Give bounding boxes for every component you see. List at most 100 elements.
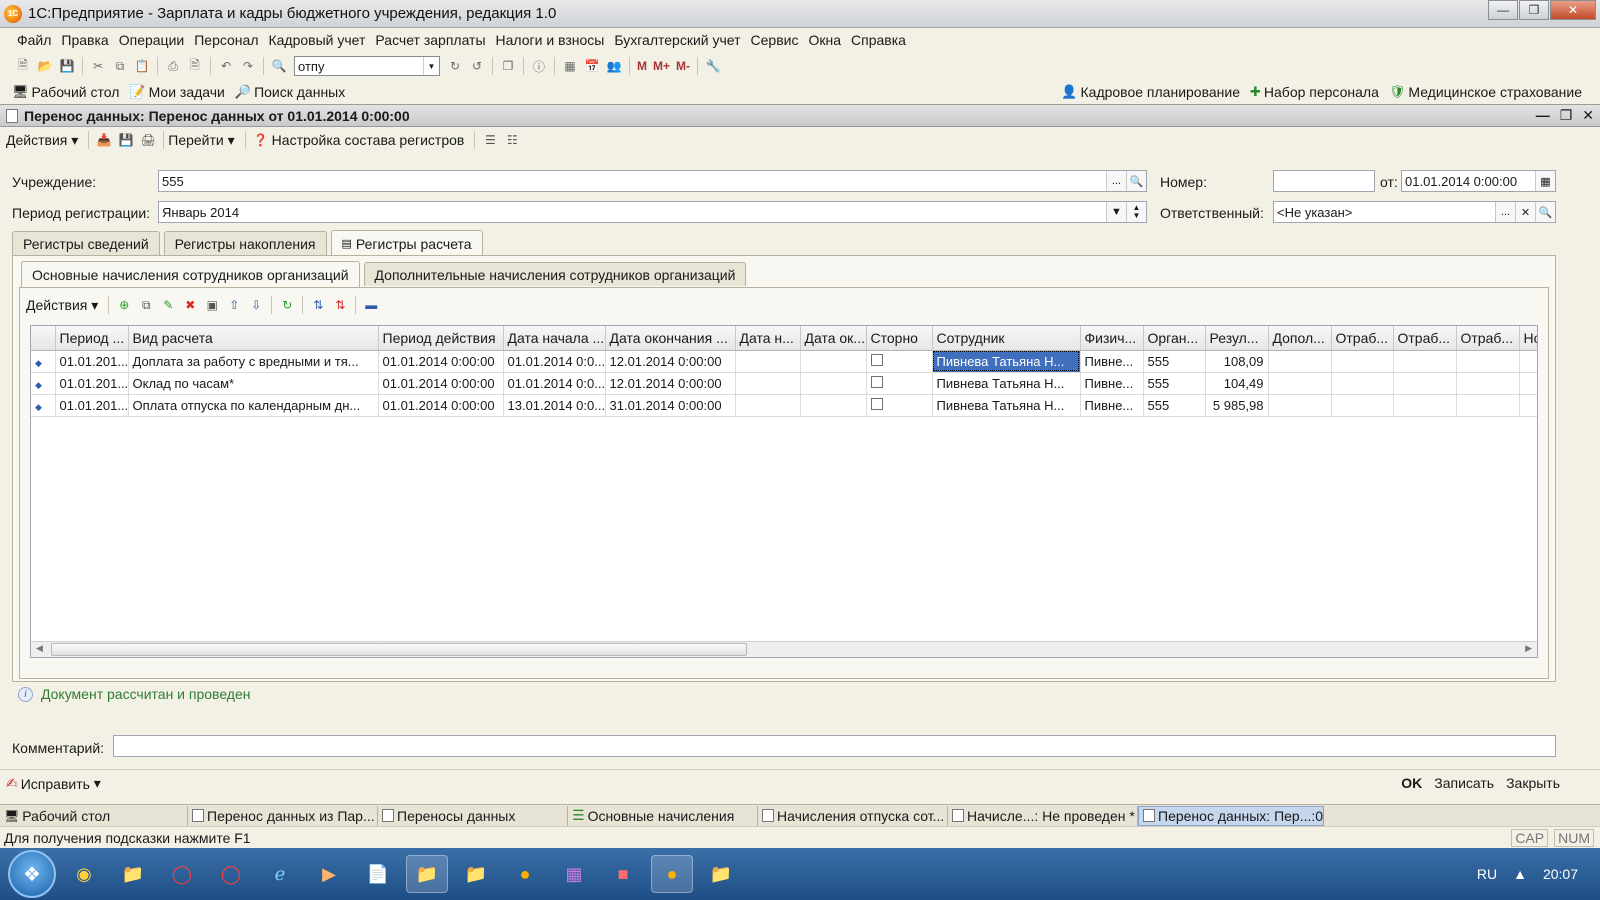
onec-folder-icon[interactable]: 📁 [406, 855, 448, 893]
tab-calculation-registers[interactable]: ▤ Регистры расчета [330, 230, 483, 256]
save-icon[interactable]: 💾 [59, 58, 75, 74]
col-worked-2[interactable]: Отраб... [1393, 326, 1457, 351]
start-button[interactable]: ❖ [8, 850, 56, 898]
cell-start[interactable]: 01.01.2014 0:0... [503, 350, 606, 373]
windows-icon[interactable]: ❐ [500, 58, 516, 74]
help-icon[interactable]: ❓ [252, 131, 270, 149]
date-field[interactable]: 01.01.2014 0:00:00 ▦ [1401, 170, 1556, 192]
close-window-button[interactable]: ✕ [1550, 0, 1596, 20]
cell-worked-3[interactable] [1456, 350, 1520, 373]
col-worked-1[interactable]: Отраб... [1331, 326, 1394, 351]
comment-field[interactable] [113, 735, 1556, 757]
calendar-icon[interactable]: ▦ [1535, 171, 1555, 191]
maximize-button[interactable]: ❐ [1519, 0, 1549, 20]
cell-additional[interactable] [1268, 372, 1332, 395]
paste-icon[interactable]: 📋 [134, 58, 150, 74]
cell-action-period[interactable]: 01.01.2014 0:00:00 [378, 350, 504, 373]
col-org[interactable]: Орган... [1143, 326, 1206, 351]
responsible-search-icon[interactable]: 🔍 [1535, 202, 1555, 222]
find-icon[interactable]: 🔍 [271, 58, 287, 74]
cell-org[interactable]: 555 [1143, 394, 1206, 417]
menu-help[interactable]: Справка [846, 32, 911, 48]
cell-worked-2[interactable] [1393, 394, 1457, 417]
copy-row-icon[interactable]: ⧉ [137, 296, 155, 314]
scroll-thumb[interactable] [51, 643, 747, 656]
onec-app-icon[interactable]: ● [504, 855, 546, 893]
cell-worked-1[interactable] [1331, 394, 1394, 417]
menu-windows[interactable]: Окна [803, 32, 846, 48]
cell-norm[interactable] [1519, 372, 1537, 395]
cell-worked-2[interactable] [1393, 350, 1457, 373]
period-field[interactable]: Январь 2014 ▼ ▲ ▼ [158, 201, 1147, 223]
accruals-table[interactable]: Период ... Вид расчета Период действия Д… [30, 325, 1538, 658]
cell-phys[interactable]: Пивне... [1080, 372, 1144, 395]
register-settings-button[interactable]: Настройка состава регистров [272, 132, 465, 148]
cell-action-period[interactable]: 01.01.2014 0:00:00 [378, 394, 504, 417]
menu-taxes[interactable]: Налоги и взносы [491, 32, 610, 48]
redo-icon[interactable]: ↷ [240, 58, 256, 74]
panel-tasks[interactable]: 📝 Мои задачи [129, 84, 224, 100]
cell-storno[interactable] [866, 350, 933, 373]
tools-icon[interactable]: 🔧 [705, 58, 721, 74]
tab-info-registers[interactable]: Регистры сведений [12, 231, 160, 255]
menu-personnel[interactable]: Персонал [189, 32, 263, 48]
ie-icon[interactable]: ℯ [259, 855, 301, 893]
refresh-icon[interactable]: ↻ [278, 296, 296, 314]
find-prev-icon[interactable]: ↺ [469, 58, 485, 74]
cell-worked-3[interactable] [1456, 394, 1520, 417]
cell-additional[interactable] [1268, 350, 1332, 373]
chevron-down-icon[interactable]: ▼ [423, 57, 439, 75]
col-employee[interactable]: Сотрудник [932, 326, 1081, 351]
storno-checkbox[interactable] [870, 397, 883, 410]
copy-icon[interactable]: ⧉ [112, 58, 128, 74]
undo-icon[interactable]: ↶ [218, 58, 234, 74]
col-kind[interactable]: Вид расчета [128, 326, 379, 351]
files-icon[interactable]: 📁 [455, 855, 497, 893]
sort-desc-icon[interactable]: ⇅ [331, 296, 349, 314]
structure-icon[interactable]: ☷ [503, 131, 521, 149]
responsible-clear-icon[interactable]: ✕ [1515, 202, 1535, 222]
cell-end[interactable]: 12.01.2014 0:00:00 [605, 350, 736, 373]
fill-icon[interactable]: ▬ [362, 296, 380, 314]
col-worked-3[interactable]: Отраб... [1456, 326, 1520, 351]
save-button[interactable]: Записать [1434, 775, 1494, 791]
actions-menu-button[interactable]: Действия ▾ [6, 132, 78, 149]
minimize-button[interactable]: — [1488, 0, 1518, 20]
clock[interactable]: 20:07 [1543, 866, 1578, 882]
mem-plus-button[interactable]: M+ [653, 58, 670, 74]
col-action-period[interactable]: Период действия [378, 326, 504, 351]
print-icon[interactable]: ⎙ [165, 58, 181, 74]
cell-action-period[interactable]: 01.01.2014 0:00:00 [378, 372, 504, 395]
document-app-icon[interactable]: 📄 [357, 855, 399, 893]
cell-start[interactable]: 13.01.2014 0:0... [503, 394, 606, 417]
cell-worked-2[interactable] [1393, 372, 1457, 395]
post-icon[interactable]: 💾 [117, 131, 135, 149]
cell-kind[interactable]: Доплата за работу с вредными и тя... [128, 350, 379, 373]
preview-icon[interactable]: 🖹 [187, 58, 203, 74]
tab-accumulation-registers[interactable]: Регистры накопления [163, 231, 327, 255]
language-indicator[interactable]: RU [1477, 866, 1497, 882]
cell-result[interactable]: 108,09 [1205, 350, 1269, 373]
winrar-icon[interactable]: ▦ [553, 855, 595, 893]
tab-main-accruals[interactable]: Основные начисления сотрудников организа… [21, 261, 360, 287]
menu-payroll[interactable]: Расчет зарплаты [370, 32, 490, 48]
col-period[interactable]: Период ... [55, 326, 129, 351]
search-combo[interactable]: отпу ▼ [294, 56, 440, 76]
doc-minimize-button[interactable]: — [1536, 107, 1550, 124]
cell-worked-1[interactable] [1331, 350, 1394, 373]
cell-end[interactable]: 31.01.2014 0:00:00 [605, 394, 736, 417]
chrome-icon[interactable]: ◉ [63, 855, 105, 893]
panel-desktop[interactable]: 🖥 Рабочий стол [12, 84, 119, 100]
add-row-icon[interactable]: ⊕ [115, 296, 133, 314]
cell-phys[interactable]: Пивне... [1080, 394, 1144, 417]
col-storno[interactable]: Сторно [866, 326, 933, 351]
cell-dok[interactable] [800, 372, 867, 395]
cell-employee[interactable]: Пивнева Татьяна Н... [932, 394, 1081, 417]
cell-storno[interactable] [866, 372, 933, 395]
cell-period[interactable]: 01.01.201... [55, 350, 129, 373]
cut-icon[interactable]: ✂ [90, 58, 106, 74]
list-view-icon[interactable]: ☰ [481, 131, 499, 149]
find-next-icon[interactable]: ↻ [447, 58, 463, 74]
info-icon[interactable]: ⓘ [531, 58, 547, 74]
edit-row-icon[interactable]: ✎ [159, 296, 177, 314]
